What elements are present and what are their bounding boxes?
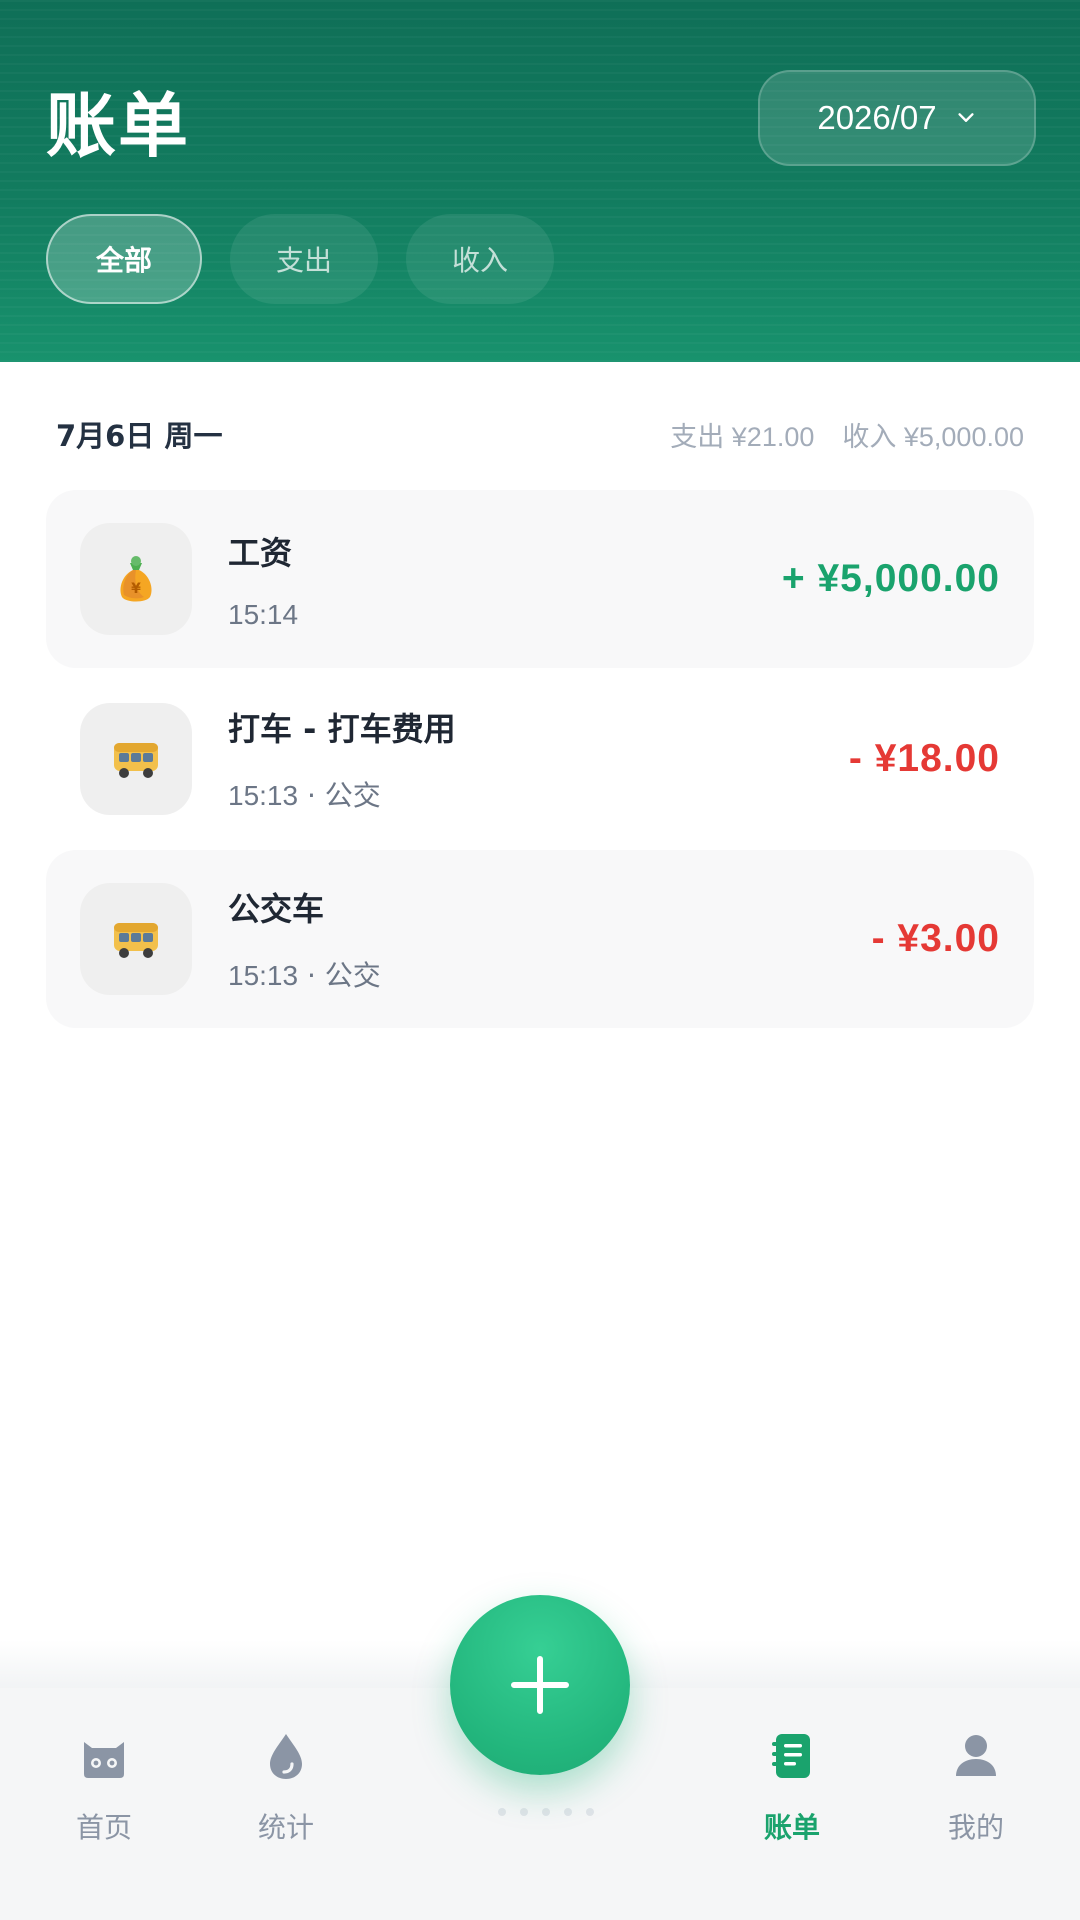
plus-icon xyxy=(511,1656,569,1714)
transaction-row[interactable]: ¥ 工资 15:14 + ¥5,000.00 xyxy=(46,490,1034,668)
meta-separator: · xyxy=(306,959,325,992)
pager-dots xyxy=(498,1808,594,1816)
transaction-time: 15:13 xyxy=(228,960,299,991)
chevron-down-icon xyxy=(958,113,974,122)
tab-expense[interactable]: 支出 xyxy=(230,214,379,304)
income-summary: 收入 ¥5,000.00 xyxy=(842,421,1024,452)
transaction-row[interactable]: 公交车 15:13 · 公交 - ¥3.00 xyxy=(46,850,1034,1028)
transaction-title: 公交车 xyxy=(228,890,325,928)
svg-text:¥: ¥ xyxy=(131,581,141,597)
nav-label: 首页 xyxy=(75,1811,132,1844)
money-bag-icon: ¥ xyxy=(80,523,192,635)
tab-all[interactable]: 全部 xyxy=(46,214,203,304)
header-texture xyxy=(0,0,1080,362)
header: 账单 2026/07 全部 支出 收入 xyxy=(0,0,1080,362)
nav-label: 统计 xyxy=(257,1811,314,1844)
transaction-time: 15:13 xyxy=(228,780,299,811)
nav-item-bills[interactable]: 账单 xyxy=(722,1728,862,1846)
transaction-title: 工资 xyxy=(228,533,293,572)
nav-item-profile[interactable]: 我的 xyxy=(906,1728,1046,1846)
transaction-title: 打车 - 打车费用 xyxy=(228,710,456,748)
transaction-meta: 15:13 · 公交 xyxy=(228,954,872,994)
page-title: 账单 xyxy=(46,85,190,167)
nav-label: 账单 xyxy=(763,1811,820,1844)
expense-summary: 支出 ¥21.00 xyxy=(670,421,815,452)
tab-income[interactable]: 收入 xyxy=(406,214,555,304)
transaction-category: 公交 xyxy=(324,959,381,992)
bus-icon xyxy=(80,883,192,995)
meta-separator: · xyxy=(306,779,325,812)
month-picker[interactable]: 2026/07 xyxy=(758,70,1036,166)
filter-tabs: 全部 支出 收入 xyxy=(46,214,555,304)
transaction-category: 公交 xyxy=(324,779,381,812)
transaction-row[interactable]: 打车 - 打车费用 15:13 · 公交 - ¥18.00 xyxy=(46,670,1034,848)
user-icon xyxy=(956,1735,996,1776)
date-label: 7月6日 周一 xyxy=(56,419,223,453)
add-transaction-button[interactable] xyxy=(450,1595,630,1775)
transaction-time: 15:14 xyxy=(228,598,299,630)
transaction-meta: 15:14 xyxy=(228,598,782,631)
transaction-amount: - ¥3.00 xyxy=(871,917,1000,960)
transaction-list: ¥ 工资 15:14 + ¥5,000.00 打车 - 打车费用 15:13 ·… xyxy=(46,490,1034,1030)
month-label: 2026/07 xyxy=(817,99,937,136)
nav-label: 我的 xyxy=(947,1811,1004,1844)
transaction-amount: + ¥5,000.00 xyxy=(781,557,1000,600)
bill-icon xyxy=(772,1734,810,1778)
transaction-meta: 15:13 · 公交 xyxy=(228,774,849,814)
home-icon xyxy=(84,1742,124,1778)
drop-icon xyxy=(270,1734,302,1779)
transaction-amount: - ¥18.00 xyxy=(848,737,1000,780)
day-summary: 支出 ¥21.00 收入 ¥5,000.00 xyxy=(670,415,1024,454)
bus-icon xyxy=(80,703,192,815)
day-summary-row: 7月6日 周一 支出 ¥21.00 收入 ¥5,000.00 xyxy=(56,410,1024,458)
nav-item-home[interactable]: 首页 xyxy=(34,1728,174,1846)
nav-item-stats[interactable]: 统计 xyxy=(216,1728,356,1846)
